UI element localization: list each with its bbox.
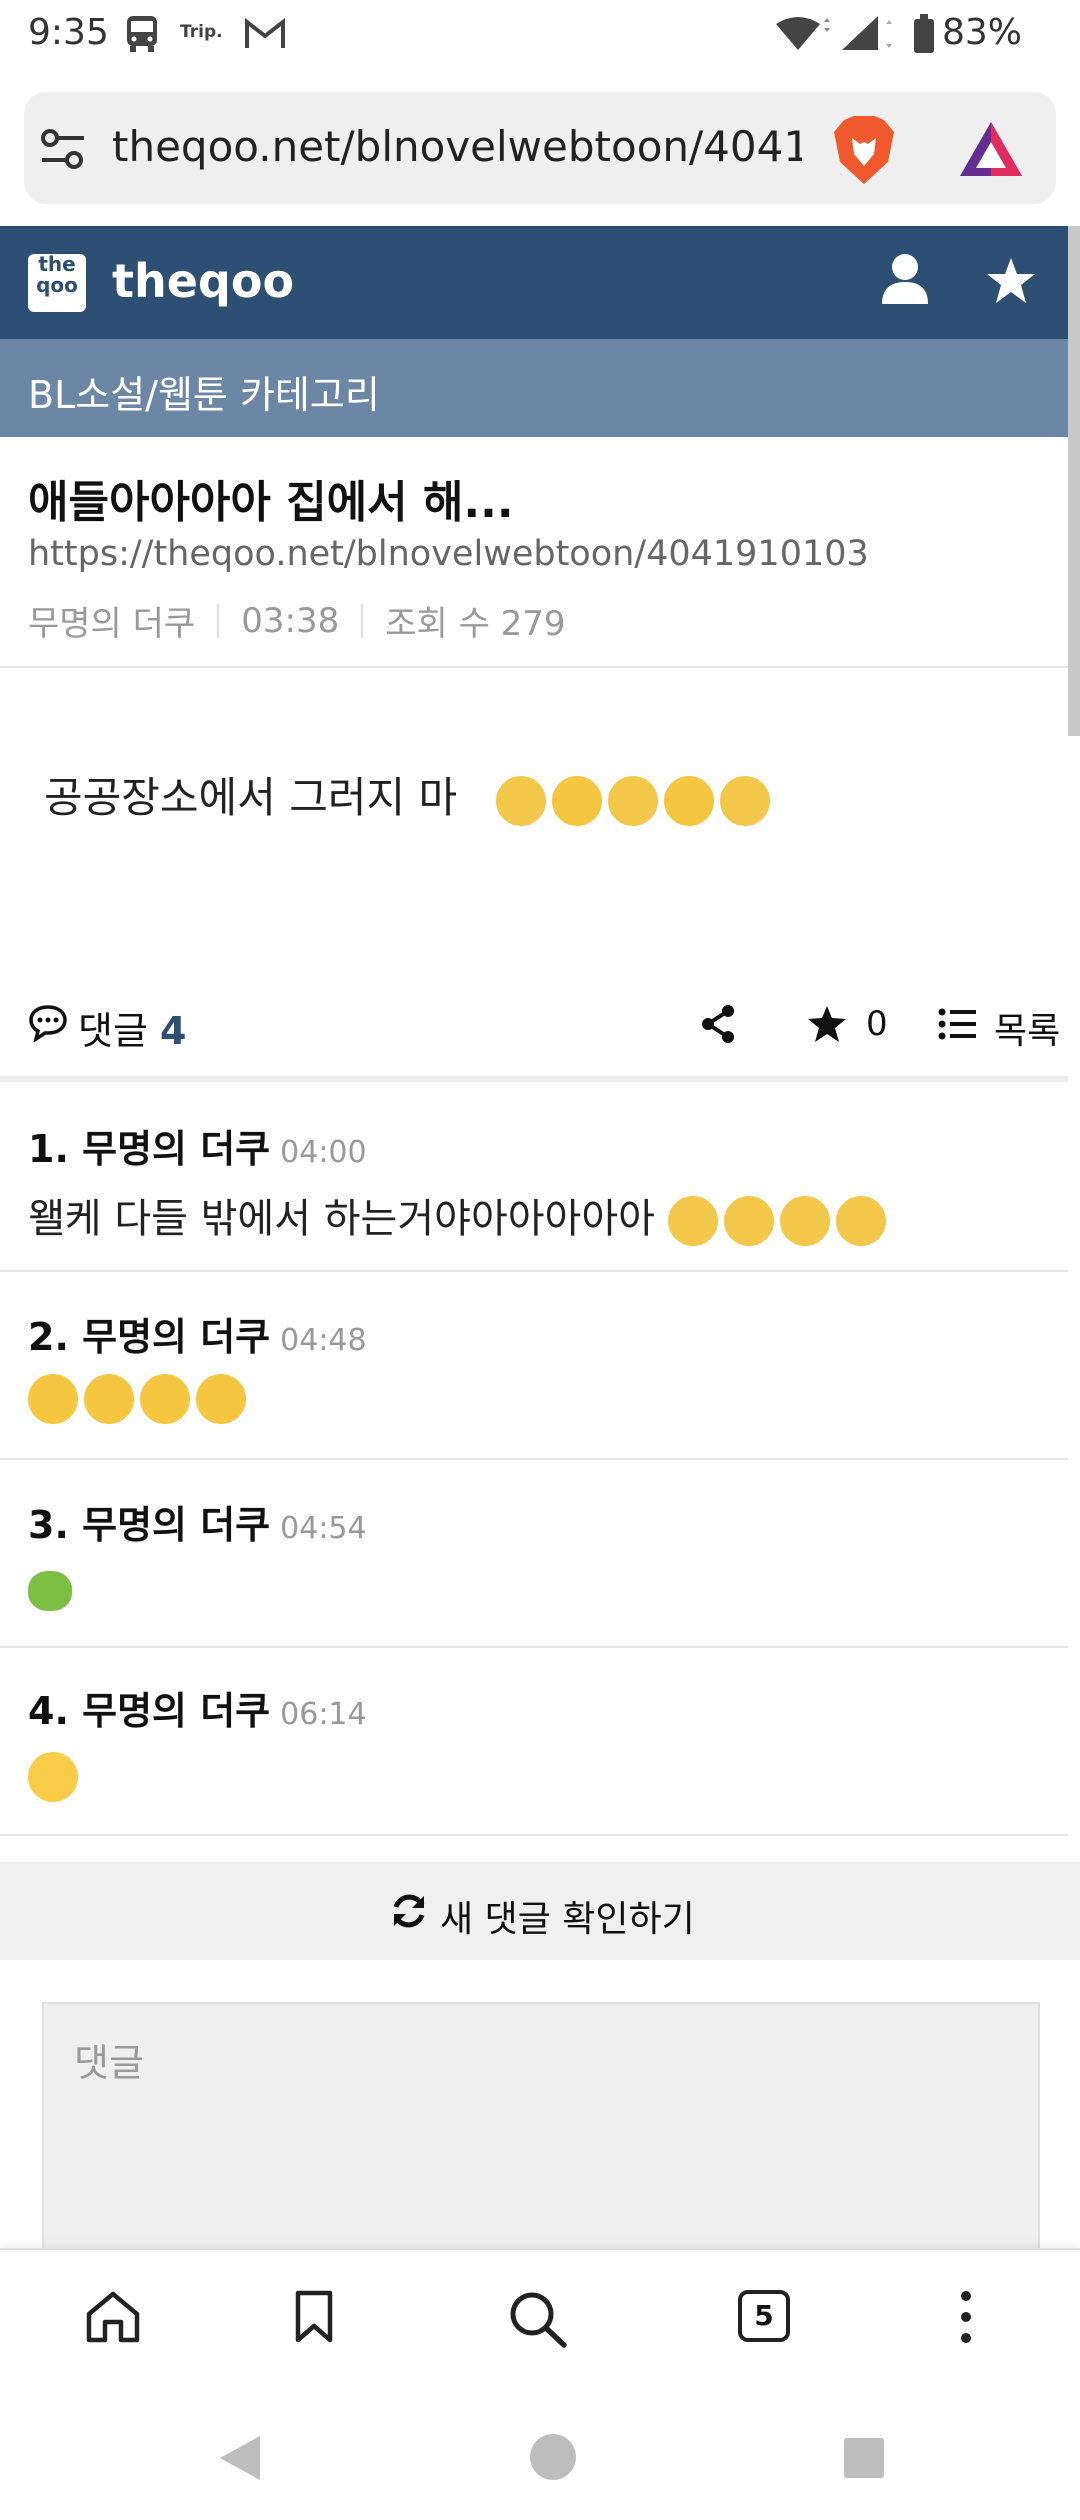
drooling-face-emoji xyxy=(196,1374,246,1424)
comment-author: 2. 무명의 더쿠 xyxy=(28,1315,271,1359)
screaming-face-emoji xyxy=(835,1196,886,1246)
search-icon[interactable] xyxy=(508,2290,568,2348)
screaming-face-emoji xyxy=(719,775,770,826)
screaming-face-emoji xyxy=(607,775,658,826)
page-scrollbar[interactable] xyxy=(1068,226,1080,736)
comment-input-placeholder[interactable]: 댓글 xyxy=(74,2032,144,2087)
post-body: 공공장소에서 그러지 마 xyxy=(44,764,776,826)
post-views: 조회 수 279 xyxy=(385,604,566,644)
post-time: 03:38 xyxy=(241,600,340,641)
screaming-face-emoji xyxy=(495,775,546,826)
comment-header: 4. 무명의 더쿠 06:14 xyxy=(28,1680,367,1735)
comment-header: 3. 무명의 더쿠 04:54 xyxy=(28,1494,367,1549)
url-text[interactable]: theqoo.net/blnovelwebtoon/4041910103 xyxy=(112,122,802,171)
battery-icon xyxy=(912,14,936,54)
eye-roll-emoji xyxy=(28,1752,78,1802)
drooling-face-emoji xyxy=(551,775,602,826)
comment-author: 1. 무명의 더쿠 xyxy=(28,1127,271,1171)
drooling-face-emoji xyxy=(663,775,714,826)
tabs-button[interactable]: 5 xyxy=(738,2290,790,2342)
comment-bubble-icon[interactable] xyxy=(28,1004,68,1042)
wifi-icon xyxy=(774,16,830,52)
post-divider xyxy=(0,666,1068,668)
post-url[interactable]: https://theqoo.net/blnovelwebtoon/404191… xyxy=(28,534,869,574)
comment-text: 왤케 다들 밖에서 하는거야아아아아아 xyxy=(28,1186,892,1246)
comment-text xyxy=(28,1752,84,1802)
comment-header: 1. 무명의 더쿠 04:00 xyxy=(28,1118,367,1173)
drooling-face-emoji xyxy=(84,1374,134,1424)
recommend-star-icon[interactable] xyxy=(806,1004,848,1044)
recommend-count: 0 xyxy=(866,1004,888,1044)
list-icon[interactable] xyxy=(938,1008,976,1040)
comments-label: 댓글 xyxy=(78,1009,148,1053)
comments-count: 4 xyxy=(160,1009,187,1053)
favorites-star-icon[interactable] xyxy=(984,256,1038,306)
post-title: 애들아아아아 집에서 해... xyxy=(28,477,514,528)
comment-body: 왤케 다들 밖에서 하는거야아아아아아 xyxy=(28,1196,655,1242)
share-icon[interactable] xyxy=(700,1004,736,1044)
bus-icon xyxy=(124,14,160,54)
gmail-icon xyxy=(244,18,286,50)
drooling-face-emoji xyxy=(28,1374,78,1424)
comment-item xyxy=(0,1272,1068,1460)
comment-time: 04:48 xyxy=(280,1323,367,1358)
drooling-face-emoji xyxy=(140,1374,190,1424)
comment-time: 06:14 xyxy=(280,1697,367,1732)
site-settings-icon[interactable] xyxy=(38,126,88,172)
site-name[interactable]: theqoo xyxy=(112,254,294,308)
frog-emoji xyxy=(28,1571,72,1611)
comment-item xyxy=(0,1460,1068,1648)
comment-text xyxy=(28,1374,252,1424)
comment-author: 4. 무명의 더쿠 xyxy=(28,1689,271,1733)
comment-time: 04:54 xyxy=(280,1511,367,1546)
bookmark-icon[interactable] xyxy=(294,2290,334,2344)
post-meta: 무명의 더쿠 03:38 조회 수 279 xyxy=(28,596,566,645)
status-time: 9:35 xyxy=(28,12,109,53)
comment-input[interactable] xyxy=(42,2002,1040,2266)
recents-icon[interactable] xyxy=(842,2436,886,2480)
home-circle-icon[interactable] xyxy=(528,2432,578,2482)
comment-text xyxy=(28,1566,78,1612)
brave-rewards-icon[interactable] xyxy=(956,118,1026,180)
brave-shields-icon[interactable] xyxy=(830,114,898,186)
comments-count-button[interactable]: 댓글 4 xyxy=(78,1000,186,1055)
comment-header: 2. 무명의 더쿠 04:48 xyxy=(28,1306,367,1361)
screaming-face-emoji xyxy=(723,1196,774,1246)
post-author: 무명의 더쿠 xyxy=(28,604,196,644)
screaming-face-emoji xyxy=(779,1196,830,1246)
post-body-text: 공공장소에서 그러지 마 xyxy=(44,773,458,822)
menu-more-icon[interactable] xyxy=(956,2290,976,2344)
refresh-label[interactable]: 새 댓글 확인하기 xyxy=(440,1890,695,1942)
user-icon[interactable] xyxy=(880,252,930,306)
refresh-icon[interactable] xyxy=(390,1892,428,1930)
battery-percent: 83% xyxy=(942,12,1023,53)
comment-item xyxy=(0,1648,1068,1836)
category-label[interactable]: BL소설/웹툰 카테고리 xyxy=(28,364,380,419)
comment-author: 3. 무명의 더쿠 xyxy=(28,1503,271,1547)
meta-separator xyxy=(217,603,220,638)
meta-separator xyxy=(361,603,364,638)
home-icon[interactable] xyxy=(84,2290,142,2344)
comment-time: 04:00 xyxy=(280,1135,367,1170)
site-logo[interactable]: the qoo xyxy=(28,254,86,312)
list-button[interactable]: 목록 xyxy=(994,1002,1060,1054)
comments-divider xyxy=(0,1076,1068,1082)
trip-label: Trip. xyxy=(180,22,223,42)
signal-icon xyxy=(838,16,894,52)
screaming-face-emoji xyxy=(667,1196,718,1246)
back-icon[interactable] xyxy=(216,2432,264,2484)
